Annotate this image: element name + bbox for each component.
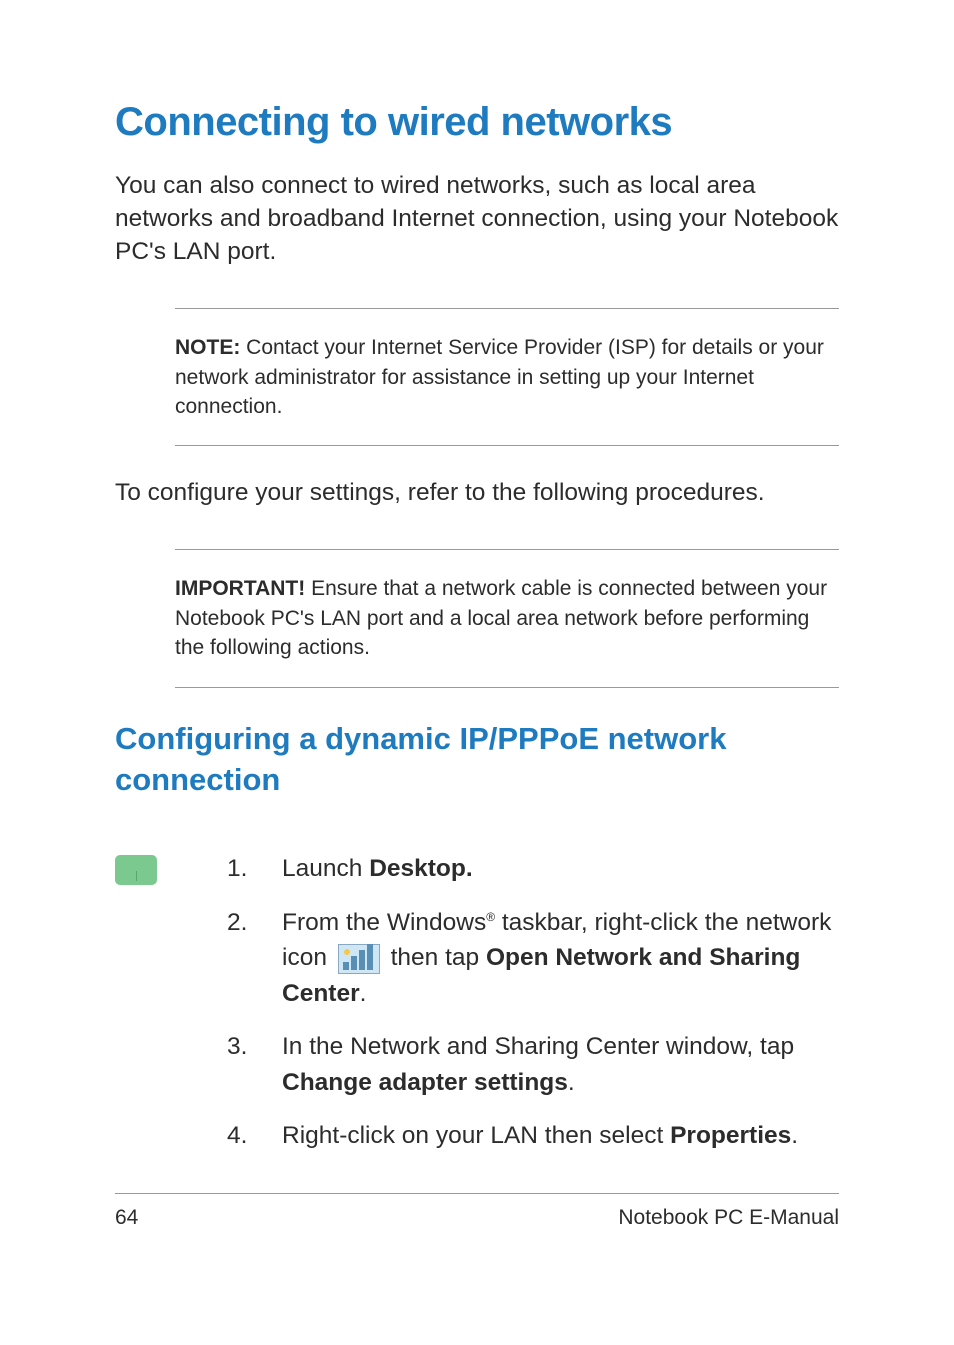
page-main-heading: Connecting to wired networks xyxy=(115,100,839,145)
steps-container: 1. Launch Desktop. 2. From the Windows® … xyxy=(115,851,839,1172)
step-4-pre: Right-click on your LAN then select xyxy=(282,1122,670,1149)
step-content-3: In the Network and Sharing Center window… xyxy=(282,1029,839,1100)
step-2-end: . xyxy=(360,980,367,1007)
note-box: NOTE: Contact your Internet Service Prov… xyxy=(175,308,839,446)
page-footer: 64 Notebook PC E-Manual xyxy=(115,1193,839,1230)
step-1-pre: Launch xyxy=(282,855,369,882)
page-number: 64 xyxy=(115,1206,138,1230)
step-4-bold: Properties xyxy=(670,1122,791,1149)
steps-list: 1. Launch Desktop. 2. From the Windows® … xyxy=(227,851,839,1172)
note-body: Contact your Internet Service Provider (… xyxy=(175,336,824,418)
configure-paragraph: To configure your settings, refer to the… xyxy=(115,476,839,509)
important-box: IMPORTANT! Ensure that a network cable i… xyxy=(175,549,839,687)
step-4-end: . xyxy=(791,1122,798,1149)
step-4: 4. Right-click on your LAN then select P… xyxy=(227,1118,839,1154)
step-3-end: . xyxy=(568,1069,575,1096)
network-tray-icon xyxy=(338,944,380,974)
step-2-post: then tap xyxy=(384,944,486,971)
section-sub-heading: Configuring a dynamic IP/PPPoE network c… xyxy=(115,718,839,802)
step-3-bold: Change adapter settings xyxy=(282,1069,568,1096)
note-text: NOTE: Contact your Internet Service Prov… xyxy=(175,333,839,421)
footer-title: Notebook PC E-Manual xyxy=(618,1206,839,1230)
step-2-pre: From the Windows xyxy=(282,909,486,936)
important-text: IMPORTANT! Ensure that a network cable i… xyxy=(175,574,839,662)
step-content-4: Right-click on your LAN then select Prop… xyxy=(282,1118,839,1154)
note-label: NOTE: xyxy=(175,336,240,359)
step-number-1: 1. xyxy=(227,851,252,887)
step-number-2: 2. xyxy=(227,905,252,1012)
step-number-4: 4. xyxy=(227,1118,252,1154)
important-label: IMPORTANT! xyxy=(175,577,305,600)
step-content-1: Launch Desktop. xyxy=(282,851,839,887)
step-1-bold: Desktop. xyxy=(369,855,472,882)
touchpad-icon xyxy=(115,855,157,885)
registered-mark: ® xyxy=(486,910,495,924)
step-3: 3. In the Network and Sharing Center win… xyxy=(227,1029,839,1100)
step-number-3: 3. xyxy=(227,1029,252,1100)
step-2: 2. From the Windows® taskbar, right-clic… xyxy=(227,905,839,1012)
intro-paragraph: You can also connect to wired networks, … xyxy=(115,169,839,268)
step-content-2: From the Windows® taskbar, right-click t… xyxy=(282,905,839,1012)
step-1: 1. Launch Desktop. xyxy=(227,851,839,887)
step-3-pre: In the Network and Sharing Center window… xyxy=(282,1033,794,1060)
